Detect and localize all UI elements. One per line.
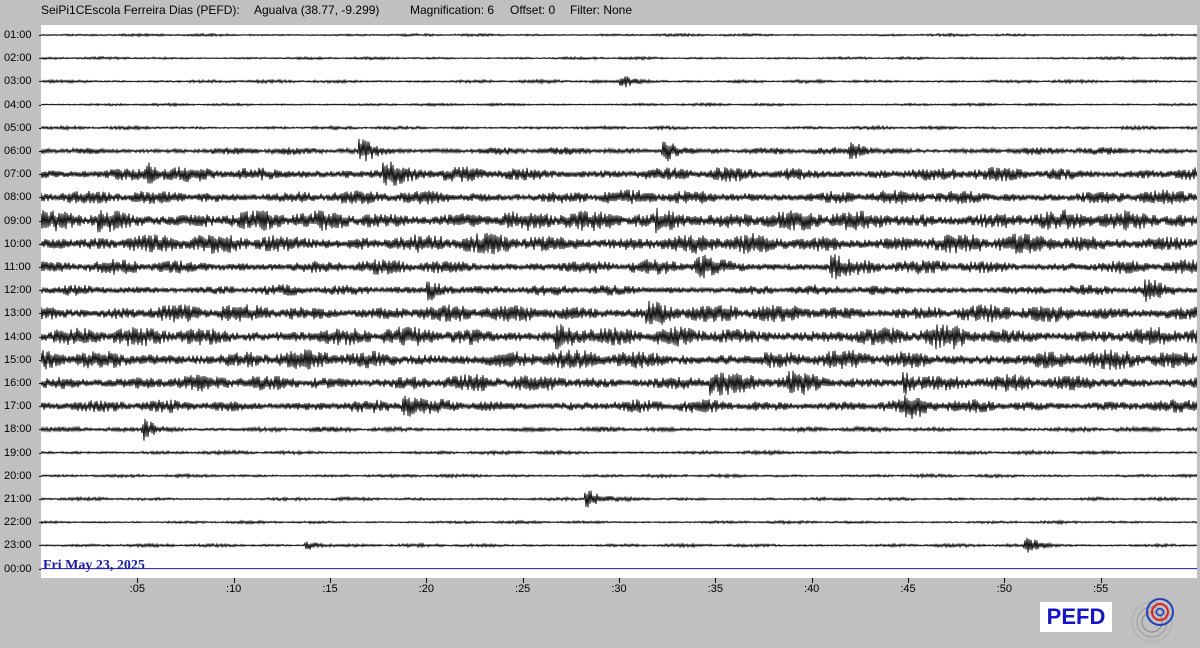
minute-tick-label: :35 xyxy=(707,583,723,595)
seismogram-trace-hour-19 xyxy=(41,448,1197,457)
seismogram-trace-hour-08 xyxy=(41,189,1197,205)
seismogram-trace-hour-05 xyxy=(41,124,1197,132)
hour-label: 17:00 xyxy=(4,400,43,412)
seismogram-trace-hour-12 xyxy=(41,279,1197,302)
hour-label: 04:00 xyxy=(4,99,43,111)
minute-tick-label: :25 xyxy=(515,583,531,595)
minute-tick-label: :10 xyxy=(226,583,242,595)
seismogram-trace-hour-13 xyxy=(41,300,1197,325)
station-location: Agualva (38.77, -9.299) xyxy=(254,3,380,17)
seismogram-traces xyxy=(41,32,1197,570)
hour-label: 18:00 xyxy=(4,423,43,435)
minute-tick-label: :50 xyxy=(996,583,1012,595)
seismogram-trace-hour-16 xyxy=(41,370,1197,396)
seismogram-trace-hour-21 xyxy=(41,490,1197,508)
magnification-readout: Magnification: 6 xyxy=(410,3,495,17)
hour-label: 21:00 xyxy=(4,493,43,505)
filter-readout: Filter: None xyxy=(570,3,633,17)
hour-label: 22:00 xyxy=(4,516,43,528)
offset-readout: Offset: 0 xyxy=(510,3,556,17)
minute-axis: :05 :10 :15 :20 :25 :30 :35 :40 :45 :50 :55 xyxy=(41,578,1197,600)
station-name: SeiPi1CEscola Ferreira Dias (PEFD): xyxy=(41,3,240,17)
seismogram-trace-hour-15 xyxy=(41,349,1197,370)
hour-label-column: 01:00 02:00 03:00 04:00 05:00 06:00 07:00 08:00… xyxy=(0,0,43,600)
hour-label: 20:00 xyxy=(4,470,43,482)
hour-label: 23:00 xyxy=(4,539,43,551)
hour-label: 13:00 xyxy=(4,307,43,319)
hour-label: 12:00 xyxy=(4,284,43,296)
seismogram-trace-hour-20 xyxy=(41,472,1197,480)
seismogram-trace-hour-18 xyxy=(41,418,1197,441)
seismogram-trace-hour-23 xyxy=(41,537,1197,553)
minute-tick-label: :45 xyxy=(900,583,916,595)
hour-label: 09:00 xyxy=(4,215,43,227)
seismic-logo-icon xyxy=(1131,598,1174,643)
hour-label: 08:00 xyxy=(4,191,43,203)
seismogram-trace-hour-17 xyxy=(41,394,1197,420)
hour-label: 16:00 xyxy=(4,377,43,389)
seismogram-trace-hour-22 xyxy=(41,519,1197,526)
station-logo-text: PEFD xyxy=(1040,602,1112,632)
hour-label: 15:00 xyxy=(4,354,43,366)
minute-tick-label: :20 xyxy=(418,583,434,595)
hour-label: 06:00 xyxy=(4,145,43,157)
hour-label: 01:00 xyxy=(4,29,43,41)
minute-tick-label: :55 xyxy=(1093,583,1109,595)
seismogram-trace-hour-01 xyxy=(41,32,1197,38)
seismogram-trace-hour-10 xyxy=(41,232,1197,255)
date-label: Fri May 23, 2025 xyxy=(43,558,145,573)
hour-label: 10:00 xyxy=(4,238,43,250)
minute-tick-label: :30 xyxy=(611,583,627,595)
hour-label: 03:00 xyxy=(4,75,43,87)
minute-tick-label: :15 xyxy=(322,583,338,595)
hour-label: 14:00 xyxy=(4,331,43,343)
seismogram-trace-hour-14 xyxy=(41,324,1197,350)
seismogram-plot xyxy=(41,25,1197,578)
seismogram-trace-hour-09 xyxy=(41,207,1197,234)
minute-tick-label: :05 xyxy=(129,583,145,595)
seismogram-trace-hour-02 xyxy=(41,55,1197,61)
seismogram-trace-hour-11 xyxy=(41,254,1197,280)
seismogram-trace-hour-07 xyxy=(41,161,1197,186)
minute-tick-label: :40 xyxy=(804,583,820,595)
seismogram-trace-hour-04 xyxy=(41,101,1197,108)
seismogram-trace-hour-03 xyxy=(41,76,1197,88)
hour-label: 11:00 xyxy=(4,261,43,273)
hour-label: 07:00 xyxy=(4,168,43,180)
hour-label: 02:00 xyxy=(4,52,43,64)
hour-label: 05:00 xyxy=(4,122,43,134)
hour-label: 00:00 xyxy=(4,563,43,575)
hour-label: 19:00 xyxy=(4,447,43,459)
seismogram-trace-hour-06 xyxy=(41,138,1197,162)
header-bar: SeiPi1CEscola Ferreira Dias (PEFD): Agua… xyxy=(0,0,1200,22)
